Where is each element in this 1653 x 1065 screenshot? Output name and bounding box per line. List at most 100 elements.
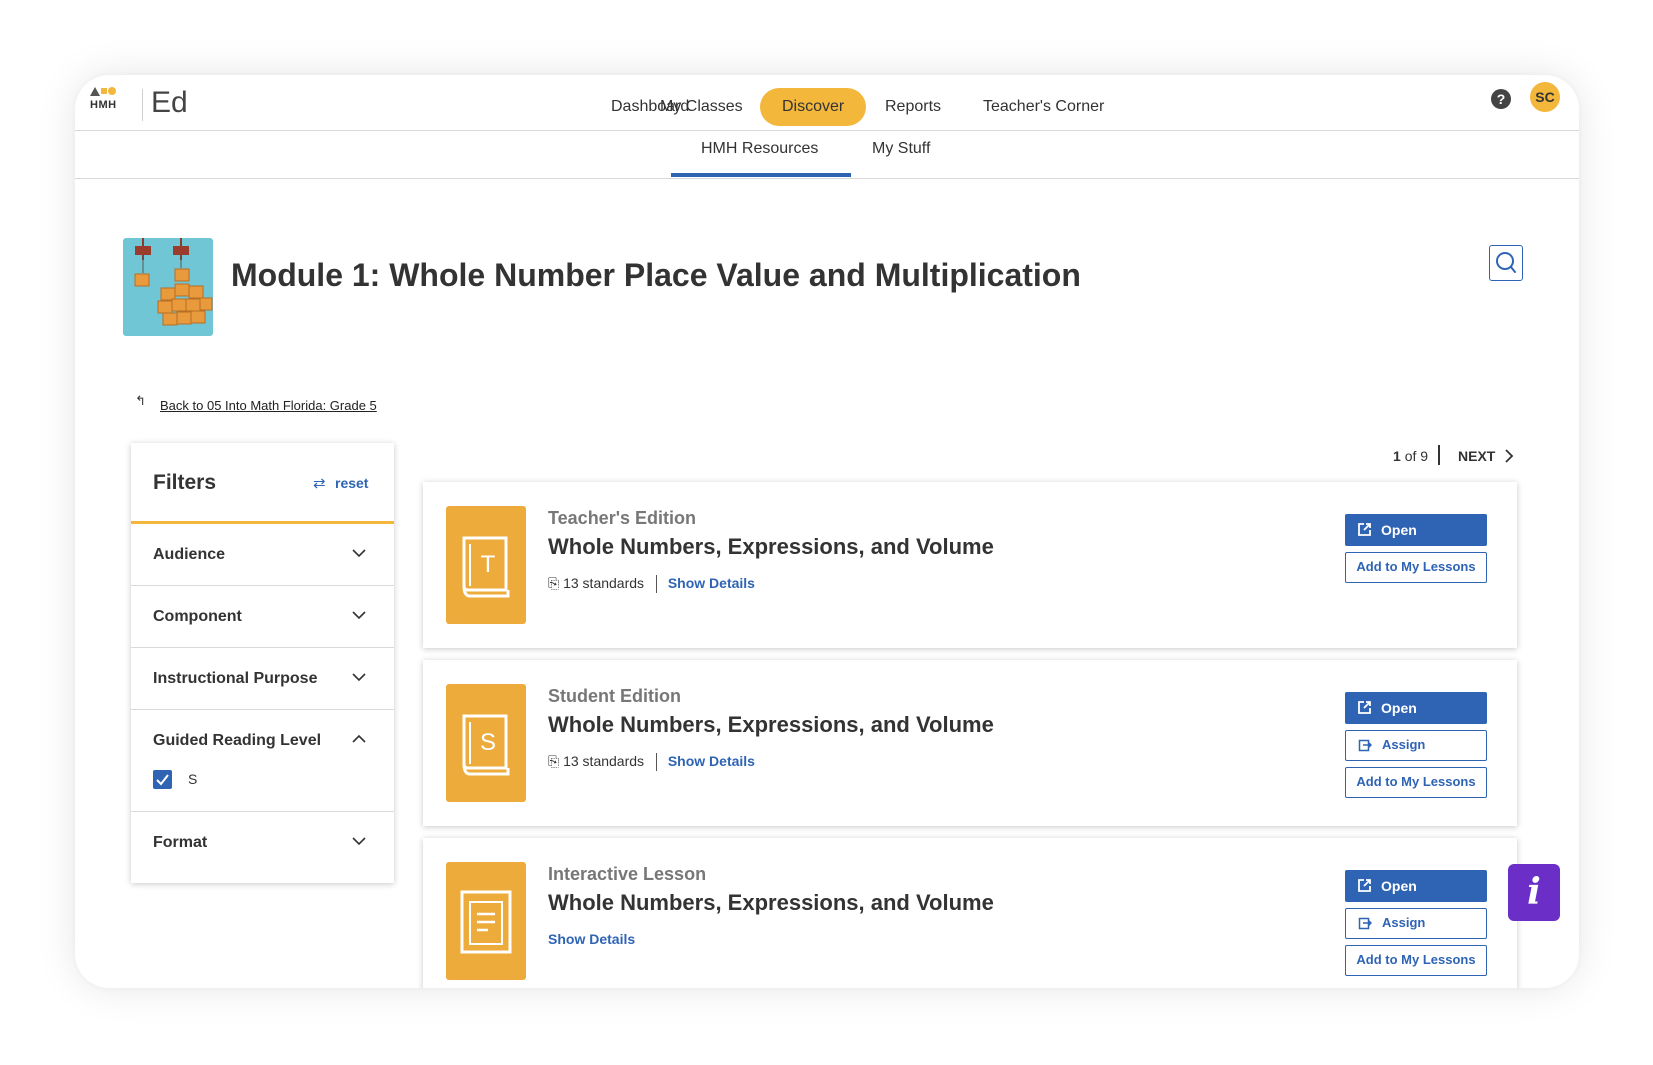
card-icon: S <box>446 684 526 802</box>
meta-divider <box>655 753 657 772</box>
meta-divider <box>655 575 657 594</box>
logo-shapes-icon <box>90 87 116 96</box>
card-meta: ⎘ 13 standards Show Details <box>548 753 755 772</box>
show-details-link[interactable]: Show Details <box>668 753 755 769</box>
logo-divider <box>142 89 143 121</box>
filters-header: Filters ⇄ reset <box>131 443 394 524</box>
book-t-icon: T <box>462 536 510 598</box>
tab-hmh-resources[interactable]: HMH Resources <box>701 140 818 158</box>
help-icon[interactable]: ? <box>1491 89 1511 109</box>
assign-label: Assign <box>1382 915 1426 930</box>
nav-my-classes[interactable]: My Classes <box>660 88 743 126</box>
assign-button[interactable]: Assign <box>1345 908 1487 939</box>
chevron-right-icon[interactable] <box>1503 449 1515 463</box>
back-link[interactable]: Back to 05 Into Math Florida: Grade 5 <box>160 398 377 413</box>
chevron-up-icon <box>352 734 366 743</box>
facet-label: Guided Reading Level <box>153 732 322 749</box>
card-title: Whole Numbers, Expressions, and Volume <box>548 534 994 559</box>
filters-panel: Filters ⇄ reset Audience Component Instr… <box>131 443 394 883</box>
open-label: Open <box>1381 522 1417 538</box>
pager-current: 1 <box>1393 448 1401 464</box>
reset-button[interactable]: reset <box>335 475 368 491</box>
module-thumbnail <box>123 238 213 336</box>
assign-button[interactable]: Assign <box>1345 730 1487 761</box>
reset-icon[interactable]: ⇄ <box>313 474 326 492</box>
page-title: Module 1: Whole Number Place Value and M… <box>231 257 1081 293</box>
app-window: HMH Ed Dashboard My Classes Discover Rep… <box>75 75 1579 988</box>
card-title: Whole Numbers, Expressions, and Volume <box>548 712 994 737</box>
back-arrow-icon: ↰ <box>135 393 146 408</box>
card-icon-letter: T <box>481 551 496 578</box>
add-to-my-lessons-button[interactable]: Add to My Lessons <box>1345 945 1487 976</box>
assign-icon <box>1358 917 1372 930</box>
facet-audience[interactable]: Audience <box>131 524 394 586</box>
card-icon-letter: S <box>480 729 496 756</box>
chevron-down-icon <box>352 549 366 558</box>
add-to-my-lessons-button[interactable]: Add to My Lessons <box>1345 552 1487 583</box>
assign-label: Assign <box>1382 737 1426 752</box>
crane-boxes-illustration <box>134 238 213 326</box>
open-label: Open <box>1381 700 1417 716</box>
search-button[interactable] <box>1489 245 1523 281</box>
logo-hmh-text: HMH <box>90 99 117 111</box>
hmh-logo[interactable]: HMH Ed <box>90 83 188 121</box>
chevron-down-icon <box>352 611 366 620</box>
facet-format[interactable]: Format <box>131 812 394 883</box>
search-icon <box>1496 252 1516 273</box>
facet-label: Component <box>153 608 242 625</box>
sub-nav: HMH Resources My Stuff <box>75 130 1579 179</box>
card-type: Interactive Lesson <box>548 864 707 884</box>
resource-card-interactive-lesson: Interactive Lesson Whole Numbers, Expres… <box>423 838 1517 988</box>
pager-of: of 9 <box>1404 448 1429 464</box>
assign-icon <box>1358 739 1372 752</box>
facet-guided-reading-level[interactable]: Guided Reading Level S <box>131 710 394 812</box>
nav-discover[interactable]: Discover <box>760 88 867 126</box>
user-avatar[interactable]: SC <box>1530 82 1560 112</box>
card-icon: T <box>446 506 526 624</box>
pager-count: 1 of 9 <box>1393 448 1428 464</box>
open-button[interactable]: Open <box>1345 514 1487 546</box>
filters-title: Filters <box>153 471 217 494</box>
book-s-icon: S <box>462 714 510 776</box>
nav-reports[interactable]: Reports <box>885 88 941 126</box>
standards-count: 13 standards <box>563 753 645 769</box>
card-meta: Show Details <box>548 931 635 947</box>
card-icon <box>446 862 526 980</box>
card-meta: ⎘ 13 standards Show Details <box>548 575 755 594</box>
document-icon <box>460 890 512 954</box>
pager-divider <box>1438 445 1440 465</box>
facet-label: Format <box>153 834 208 851</box>
card-title: Whole Numbers, Expressions, and Volume <box>548 890 994 915</box>
external-link-icon <box>1358 523 1371 536</box>
open-button[interactable]: Open <box>1345 692 1487 724</box>
facet-component[interactable]: Component <box>131 586 394 648</box>
add-to-my-lessons-button[interactable]: Add to My Lessons <box>1345 767 1487 798</box>
checkmark-icon <box>156 774 169 786</box>
open-button[interactable]: Open <box>1345 870 1487 902</box>
resource-card-student-edition: S Student Edition Whole Numbers, Express… <box>423 660 1517 826</box>
next-button[interactable]: NEXT <box>1458 448 1495 464</box>
nav-teachers-corner[interactable]: Teacher's Corner <box>983 88 1104 126</box>
tab-my-stuff[interactable]: My Stuff <box>872 140 930 158</box>
facet-instructional-purpose[interactable]: Instructional Purpose <box>131 648 394 710</box>
checkbox-s[interactable] <box>153 770 172 789</box>
info-icon[interactable]: i <box>1508 864 1560 921</box>
top-nav: HMH Ed Dashboard My Classes Discover Rep… <box>75 75 1579 131</box>
standards-icon: ⎘ <box>548 753 560 769</box>
resource-card-teachers-edition: T Teacher's Edition Whole Numbers, Expre… <box>423 482 1517 648</box>
logo-ed-text: Ed <box>151 86 188 119</box>
card-type: Student Edition <box>548 686 681 706</box>
card-type: Teacher's Edition <box>548 508 696 528</box>
facet-label: Instructional Purpose <box>153 670 318 687</box>
show-details-link[interactable]: Show Details <box>668 575 755 591</box>
chevron-down-icon <box>352 673 366 682</box>
external-link-icon <box>1358 701 1371 714</box>
chevron-down-icon <box>352 837 366 846</box>
show-details-link[interactable]: Show Details <box>548 931 635 947</box>
standards-icon: ⎘ <box>548 575 560 591</box>
standards-count: 13 standards <box>563 575 645 591</box>
open-label: Open <box>1381 878 1417 894</box>
checkbox-label: S <box>188 771 198 787</box>
external-link-icon <box>1358 879 1371 892</box>
active-tab-indicator <box>671 173 851 177</box>
